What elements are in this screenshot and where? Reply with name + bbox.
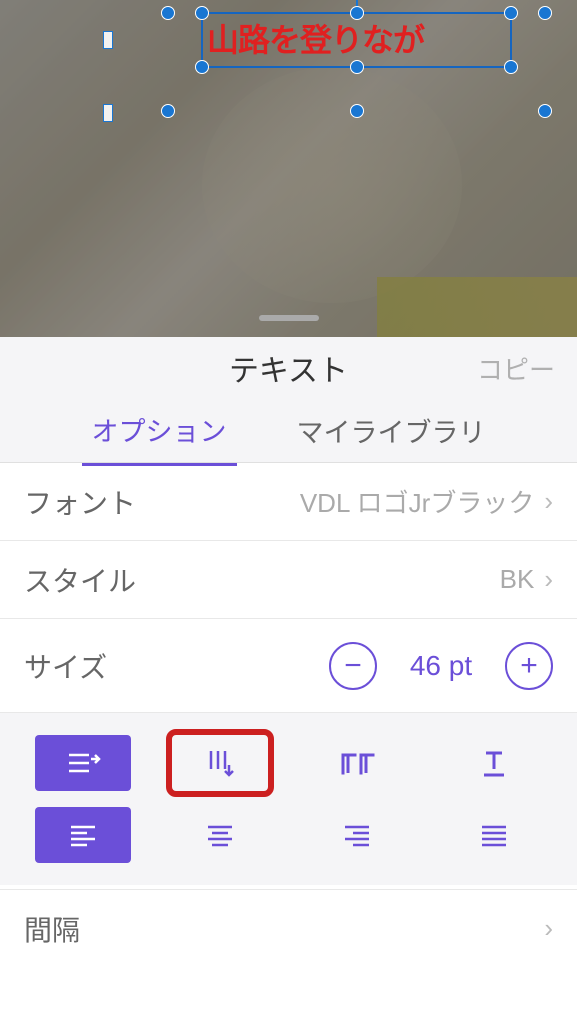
outer-handle-tl[interactable] xyxy=(161,6,175,20)
size-row: サイズ − 46 pt + xyxy=(0,619,577,713)
text-content: 山路を登りなが xyxy=(207,24,424,56)
size-value[interactable]: 46 pt xyxy=(403,650,479,682)
horizontal-text-button[interactable] xyxy=(35,735,131,791)
text-panel: テキスト コピー オプション マイライブラリ フォント VDL ロゴJrブラック… xyxy=(0,337,577,967)
tab-library[interactable]: マイライブラリ xyxy=(287,397,496,464)
canvas-area[interactable]: 山路を登りなが xyxy=(0,0,577,337)
side-handle-l2[interactable] xyxy=(103,104,113,122)
style-row[interactable]: スタイル BK › xyxy=(0,541,577,619)
spacing-label: 間隔 xyxy=(24,909,80,949)
panel-drag-handle[interactable] xyxy=(259,315,319,321)
text-tools-row-2 xyxy=(0,799,577,871)
chevron-right-icon: › xyxy=(544,486,553,517)
side-handle-l[interactable] xyxy=(103,31,113,49)
resize-handle-tr[interactable] xyxy=(504,6,518,20)
resize-handle-tl[interactable] xyxy=(195,6,209,20)
resize-handle-br[interactable] xyxy=(504,60,518,74)
vertical-text-button[interactable] xyxy=(172,735,268,791)
selected-text-box[interactable]: 山路を登りなが xyxy=(201,12,512,68)
text-tools-section xyxy=(0,713,577,885)
font-row[interactable]: フォント VDL ロゴJrブラック › xyxy=(0,463,577,541)
font-value: VDL ロゴJrブラック › xyxy=(300,483,553,520)
font-value-text: VDL ロゴJrブラック xyxy=(300,483,535,520)
outer-handle-tr[interactable] xyxy=(538,6,552,20)
style-value-text: BK xyxy=(500,564,535,595)
font-label: フォント xyxy=(24,482,136,522)
underline-button[interactable] xyxy=(446,735,542,791)
text-tools-row-1 xyxy=(0,727,577,799)
spacing-row[interactable]: 間隔 › xyxy=(0,889,577,967)
outer-handle-br[interactable] xyxy=(538,104,552,118)
align-right-button[interactable] xyxy=(309,807,405,863)
size-controls: − 46 pt + xyxy=(329,642,553,690)
panel-title: テキスト xyxy=(229,346,348,390)
uppercase-button[interactable] xyxy=(309,735,405,791)
outer-handle-bl[interactable] xyxy=(161,104,175,118)
tab-bar: オプション マイライブラリ xyxy=(0,399,577,463)
style-label: スタイル xyxy=(24,560,136,600)
size-decrease-button[interactable]: − xyxy=(329,642,377,690)
align-justify-button[interactable] xyxy=(446,807,542,863)
size-label: サイズ xyxy=(24,646,107,686)
resize-handle-t[interactable] xyxy=(350,6,364,20)
chevron-right-icon: › xyxy=(544,913,553,944)
resize-handle-bl[interactable] xyxy=(195,60,209,74)
chevron-right-icon: › xyxy=(544,564,553,595)
copy-button[interactable]: コピー xyxy=(477,350,555,387)
align-left-button[interactable] xyxy=(35,807,131,863)
resize-handle-b[interactable] xyxy=(350,60,364,74)
tab-options[interactable]: オプション xyxy=(82,396,237,466)
style-value: BK › xyxy=(500,564,553,595)
size-increase-button[interactable]: + xyxy=(505,642,553,690)
align-center-button[interactable] xyxy=(172,807,268,863)
outer-handle-b[interactable] xyxy=(350,104,364,118)
panel-header: テキスト コピー xyxy=(0,337,577,399)
